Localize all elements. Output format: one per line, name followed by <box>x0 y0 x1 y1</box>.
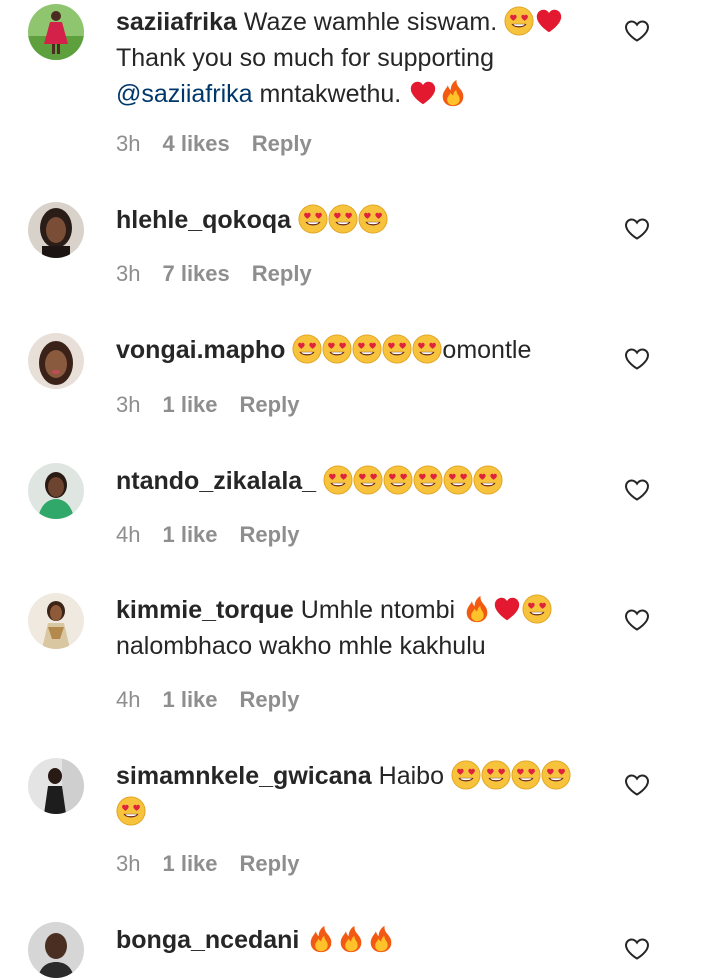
reply-button[interactable]: Reply <box>240 392 300 417</box>
comment-username[interactable]: simamnkele_gwicana <box>116 762 372 790</box>
reply-button[interactable]: Reply <box>240 687 300 712</box>
comment-time: 3h <box>116 392 141 417</box>
reply-button[interactable]: Reply <box>252 261 312 286</box>
comment-body: Haibo <box>378 762 451 790</box>
comment-likes[interactable]: 1 like <box>162 687 217 712</box>
comment-text: kimmie_torque Umhle ntombi nalombhaco wa… <box>116 592 596 664</box>
avatar[interactable] <box>28 463 84 519</box>
comment-likes[interactable]: 1 like <box>162 392 217 417</box>
comment-body: Waze wamhle siswam. <box>243 8 505 36</box>
comment-meta: 3h 7 likes Reply <box>116 260 312 288</box>
comment-meta: 3h 1 like Reply <box>116 850 299 878</box>
comment-time: 3h <box>116 131 141 156</box>
comment-likes[interactable]: 4 likes <box>162 131 229 156</box>
avatar[interactable] <box>28 333 84 389</box>
fire-icon <box>336 924 366 954</box>
comment-body: Thank you so much for supporting <box>116 44 494 72</box>
comment-likes[interactable]: 1 like <box>162 522 217 547</box>
heart-eyes-icon <box>353 465 383 495</box>
avatar[interactable] <box>28 758 84 814</box>
avatar[interactable] <box>28 593 84 649</box>
heart-eyes-icon <box>413 465 443 495</box>
like-heart-icon[interactable] <box>624 347 650 371</box>
red-heart-icon <box>408 78 438 108</box>
heart-eyes-icon <box>298 204 328 234</box>
fire-icon <box>462 594 492 624</box>
avatar[interactable] <box>28 202 84 258</box>
comment-text: hlehle_qokoqa <box>116 202 596 238</box>
comment-text: bonga_ncedani <box>116 922 596 958</box>
like-heart-icon[interactable] <box>624 773 650 797</box>
avatar[interactable] <box>28 922 84 978</box>
comment-meta: 3h 1 like Reply <box>116 391 299 419</box>
avatar[interactable] <box>28 4 84 60</box>
heart-eyes-icon <box>451 760 481 790</box>
comment-body: omontle <box>442 336 532 364</box>
comment-likes[interactable]: 1 like <box>162 851 217 876</box>
heart-eyes-icon <box>382 334 412 364</box>
like-heart-icon[interactable] <box>624 608 650 632</box>
comment-text: vongai.mapho omontle <box>116 332 596 368</box>
comment-username[interactable]: ntando_zikalala_ <box>116 467 316 495</box>
comment-text: saziiafrika Waze wamhle siswam. Thank yo… <box>116 4 596 112</box>
heart-eyes-icon <box>511 760 541 790</box>
comment-body: mntakwethu. <box>252 80 409 108</box>
comment-time: 4h <box>116 687 141 712</box>
heart-eyes-icon <box>412 334 442 364</box>
reply-button[interactable]: Reply <box>252 131 312 156</box>
comment-meta: 3h 4 likes Reply <box>116 130 312 158</box>
reply-button[interactable]: Reply <box>240 522 300 547</box>
like-heart-icon[interactable] <box>624 937 650 961</box>
heart-eyes-icon <box>473 465 503 495</box>
comment-likes[interactable]: 7 likes <box>162 261 229 286</box>
heart-eyes-icon <box>443 465 473 495</box>
heart-eyes-icon <box>328 204 358 234</box>
reply-button[interactable]: Reply <box>240 851 300 876</box>
comment-username[interactable]: saziiafrika <box>116 8 237 36</box>
comment-username[interactable]: bonga_ncedani <box>116 926 299 954</box>
heart-eyes-icon <box>481 760 511 790</box>
mention-link[interactable]: @saziiafrika <box>116 80 253 108</box>
comment-body: Umhle ntombi <box>300 596 462 624</box>
comment-username[interactable]: hlehle_qokoqa <box>116 206 291 234</box>
heart-eyes-icon <box>541 760 571 790</box>
comment-time: 4h <box>116 522 141 547</box>
comment-meta: 4h 1 like Reply <box>116 686 299 714</box>
like-heart-icon[interactable] <box>624 19 650 43</box>
comment-text: ntando_zikalala_ <box>116 463 596 499</box>
comment-meta: 4h 1 like Reply <box>116 521 299 549</box>
comment-username[interactable]: vongai.mapho <box>116 336 285 364</box>
like-heart-icon[interactable] <box>624 217 650 241</box>
fire-icon <box>306 924 336 954</box>
heart-eyes-icon <box>522 594 552 624</box>
heart-eyes-icon <box>504 6 534 36</box>
comment-time: 3h <box>116 261 141 286</box>
heart-eyes-icon <box>292 334 322 364</box>
red-heart-icon <box>534 6 564 36</box>
heart-eyes-icon <box>383 465 413 495</box>
fire-icon <box>438 78 468 108</box>
red-heart-icon <box>492 594 522 624</box>
comment-text: simamnkele_gwicana Haibo <box>116 758 596 830</box>
heart-eyes-icon <box>352 334 382 364</box>
comment-time: 3h <box>116 851 141 876</box>
comment-body: nalombhaco wakho mhle kakhulu <box>116 632 486 660</box>
comment-username[interactable]: kimmie_torque <box>116 596 294 624</box>
heart-eyes-icon <box>323 465 353 495</box>
heart-eyes-icon <box>116 796 146 826</box>
fire-icon <box>366 924 396 954</box>
heart-eyes-icon <box>322 334 352 364</box>
like-heart-icon[interactable] <box>624 478 650 502</box>
heart-eyes-icon <box>358 204 388 234</box>
